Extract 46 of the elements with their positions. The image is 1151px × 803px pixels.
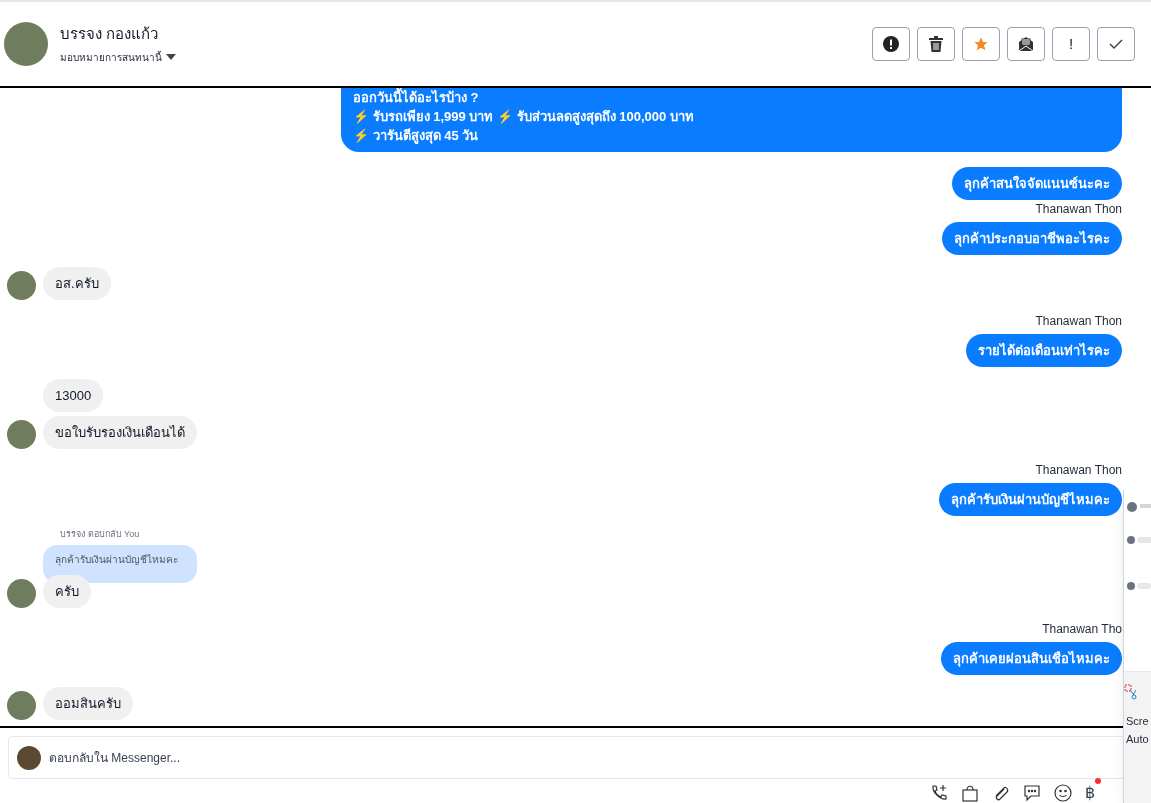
message-bubble: ขอใบรับรองเงินเดือนได้ [43, 416, 197, 449]
alert-icon [883, 36, 899, 52]
assign-dropdown[interactable]: มอบหมายการสนทนานี้ [60, 49, 176, 65]
shopping-bag-icon [961, 784, 979, 802]
message-bubble: ออมสินครับ [43, 686, 133, 720]
message-bubble: ลุกค้าเคยผ่อนสินเชือไหมคะ [941, 641, 1122, 675]
message-bubble: อส.ครับ [43, 267, 111, 300]
reply-label: บรรจง ตอบกลับ You [60, 528, 141, 541]
chat-button[interactable] [1023, 783, 1041, 803]
sender-name: Thanawan Thon [1035, 462, 1122, 479]
smiley-icon [1054, 784, 1072, 802]
phone-plus-icon [930, 784, 948, 802]
alert-button[interactable] [872, 27, 910, 61]
sender-name: Thanawan Thon [1035, 201, 1122, 218]
envelope-icon [1018, 36, 1034, 52]
sender-name: Thanawan Tho [1042, 620, 1122, 638]
caret-icon [166, 54, 176, 61]
checkmark-icon [1109, 38, 1123, 50]
message-bubble: ออกวันนี้ได้อะไรบ้าง ? ⚡ รับรถเพียง 1,999 บาท ⚡ รับส่วนลดสูงสุดถึง 100,000 บาท ⚡ วารันตีสูงสุด 45 วัน [341, 88, 1122, 152]
notification-text: Scre [1126, 714, 1149, 729]
notification-text: Auto [1126, 732, 1149, 747]
envelope-button[interactable] [1007, 27, 1045, 61]
message-bubble: ลุกค้ารับเงินผ่านบัญชีไหมคะ [939, 483, 1122, 516]
message-bubble: 13000 [43, 379, 104, 412]
phone-plus-button[interactable] [930, 783, 948, 803]
chat-icon [1023, 784, 1041, 802]
message-bubble: ลุกค้าประกอบอาชีพอะไรคะ [942, 222, 1122, 255]
checkmark-button[interactable] [1097, 27, 1135, 61]
star-icon [973, 36, 989, 52]
contact-name: บรรจง กองแก้ว [60, 24, 160, 45]
smiley-button[interactable] [1054, 783, 1072, 803]
shopping-bag-button[interactable] [961, 783, 979, 803]
avatar [7, 578, 36, 608]
quoted-message: ลุกค้ารับเงินผ่านบัญชีไหมคะ [43, 544, 197, 583]
sender-name: Thanawan Thon [1035, 313, 1122, 330]
trash-icon [929, 36, 943, 52]
exclamation-button[interactable]: ! [1052, 27, 1090, 61]
message-bubble: รายได้ต่อเดือนเท่าไรคะ [966, 334, 1122, 367]
trash-button[interactable] [917, 27, 955, 61]
message-bubble: ลุกค้าสนใจจัดแนนซ์นะคะ [952, 167, 1122, 200]
star-button[interactable] [962, 27, 1000, 61]
message-bubble: ครับ [43, 574, 91, 608]
baht-button[interactable]: ฿ [1085, 783, 1095, 803]
scissors-icon [1124, 684, 1140, 700]
avatar [4, 22, 48, 66]
user-avatar [17, 745, 41, 770]
